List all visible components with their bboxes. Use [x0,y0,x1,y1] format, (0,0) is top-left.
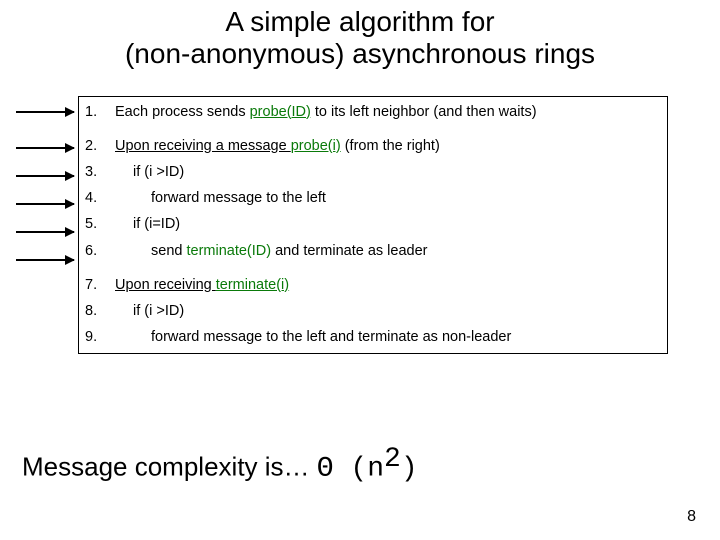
algo-step: 6. send terminate(ID) and terminate as l… [85,238,661,264]
step-text: Each process sends probe(ID) to its left… [115,105,661,120]
arrow-icon [16,259,74,261]
slide: A simple algorithm for (non-anonymous) a… [0,0,720,540]
step-text: forward message to the left and terminat… [115,330,661,345]
step-number: 2. [85,139,115,154]
step-text: if (i >ID) [115,165,661,180]
step-number: 5. [85,217,115,232]
algo-step: 3. if (i >ID) [85,159,661,185]
complexity-text: Message complexity is… [22,452,317,482]
algo-step: 1. Each process sends probe(ID) to its l… [85,99,661,125]
step-number: 4. [85,191,115,206]
step-number: 7. [85,278,115,293]
step-text: Upon receiving terminate(i) [115,278,661,293]
algo-step: 8. if (i >ID) [85,299,661,325]
complexity-line: Message complexity is… Θ (n2) [22,444,418,485]
title-line-2: (non-anonymous) asynchronous rings [125,38,595,69]
arrow-icon [16,111,74,113]
step-text: Upon receiving a message probe(i) (from … [115,139,661,154]
arrow-icon [16,175,74,177]
arrow-icon [16,203,74,205]
page-number: 8 [687,508,696,526]
arrow-icon [16,147,74,149]
algo-step: 4. forward message to the left [85,186,661,212]
step-number: 8. [85,304,115,319]
step-text: send terminate(ID) and terminate as lead… [115,244,661,259]
algo-step: 9. forward message to the left and termi… [85,325,661,351]
slide-title: A simple algorithm for (non-anonymous) a… [0,0,720,74]
step-text: forward message to the left [115,191,661,206]
algo-step: 2. Upon receiving a message probe(i) (fr… [85,133,661,159]
algo-step: 7. Upon receiving terminate(i) [85,272,661,298]
theta-symbol: Θ [317,454,351,485]
step-number: 3. [85,165,115,180]
algo-step: 5. if (i=ID) [85,212,661,238]
step-number: 9. [85,330,115,345]
title-line-1: A simple algorithm for [225,6,494,37]
algorithm-box: 1. Each process sends probe(ID) to its l… [78,96,668,354]
step-text: if (i >ID) [115,304,661,319]
step-text: if (i=ID) [115,217,661,232]
step-number: 1. [85,105,115,120]
step-number: 6. [85,244,115,259]
arrow-icon [16,231,74,233]
